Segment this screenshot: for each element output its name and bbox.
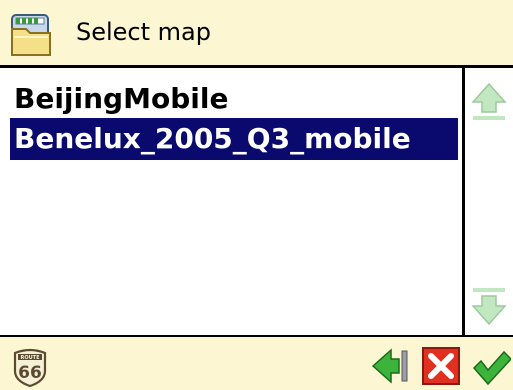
scroll-down-arrow-icon[interactable] <box>471 286 507 328</box>
list-item-selected[interactable]: Benelux_2005_Q3_mobile <box>10 118 458 160</box>
page-title: Select map <box>76 18 211 46</box>
logo-text-number: 66 <box>18 363 42 383</box>
footer-bar: ROUTE 66 <box>0 335 513 390</box>
back-arrow-icon[interactable] <box>371 346 411 386</box>
logo-text-top: ROUTE <box>21 355 41 361</box>
title-bar: Select map <box>0 0 513 68</box>
scrollbar[interactable] <box>465 68 513 335</box>
list-item-label: BeijingMobile <box>14 82 229 115</box>
map-list[interactable]: BeijingMobile Benelux_2005_Q3_mobile <box>0 68 465 335</box>
list-item[interactable]: BeijingMobile <box>10 78 236 120</box>
cancel-x-icon[interactable] <box>421 346 461 386</box>
list-item-label: Benelux_2005_Q3_mobile <box>14 122 411 155</box>
folder-map-icon <box>11 14 51 56</box>
scroll-up-arrow-icon[interactable] <box>471 80 507 122</box>
route66-logo[interactable]: ROUTE 66 <box>12 347 48 387</box>
ok-checkmark-icon[interactable] <box>471 346 511 386</box>
